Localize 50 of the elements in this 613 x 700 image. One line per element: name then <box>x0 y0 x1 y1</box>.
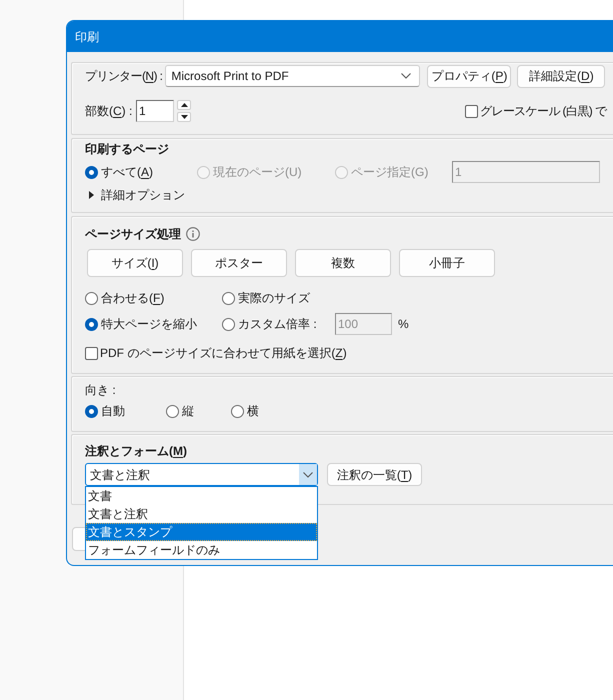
radio-label: 横 <box>247 403 259 420</box>
radio-button[interactable] <box>85 166 98 178</box>
radio-button[interactable] <box>222 318 235 330</box>
printer-dropdown[interactable]: Microsoft Print to PDF <box>165 65 420 87</box>
push-button[interactable]: プロパティ(P) <box>427 64 512 88</box>
chevron-down-icon <box>303 472 313 478</box>
spin-down-button[interactable] <box>177 112 191 122</box>
radio-button[interactable] <box>85 318 98 330</box>
checkbox-label: PDF のページサイズに合わせて用紙を選択(Z) <box>100 345 347 362</box>
annotations-dropdown[interactable]: 文書と注釈 <box>85 463 318 486</box>
unit-label: % <box>398 316 409 333</box>
input-field[interactable]: 1 <box>136 100 174 122</box>
radio-label: 縦 <box>182 403 194 420</box>
right-triangle-icon <box>89 191 94 199</box>
radio-label: ページ指定(G) <box>351 164 428 181</box>
dropdown-option[interactable]: 文書とスタンプ <box>86 523 317 541</box>
radio-label: すべて(A) <box>101 164 154 181</box>
checkbox[interactable] <box>85 346 98 360</box>
radio-button[interactable] <box>166 404 179 418</box>
more-options-toggle[interactable]: 詳細オプション <box>89 186 185 204</box>
radio-button[interactable] <box>222 292 235 304</box>
radio-label: 合わせる(F) <box>101 290 164 307</box>
push-button[interactable]: 注釈の一覧(T) <box>327 463 422 486</box>
push-button[interactable]: サイズ(I) <box>87 249 183 277</box>
radio-label: 実際のサイズ <box>238 290 310 307</box>
field-label: 部数(C) : <box>85 103 134 120</box>
checkbox[interactable] <box>465 104 478 118</box>
radio-button[interactable] <box>231 404 244 418</box>
radio-button[interactable] <box>85 404 98 418</box>
radio-label: カスタム倍率 : <box>238 316 317 333</box>
spin-up-button[interactable] <box>177 100 191 110</box>
section-heading: 向き : <box>85 382 117 398</box>
radio-button[interactable] <box>85 292 98 304</box>
chevron-down-icon <box>401 73 412 79</box>
radio-label: 自動 <box>101 403 125 420</box>
up-triangle-icon <box>180 103 188 107</box>
window-title: 印刷 <box>75 28 99 46</box>
section-heading: 印刷するページ <box>85 141 170 157</box>
push-button[interactable]: 複数 <box>295 249 391 277</box>
radio-label: 特大ページを縮小 <box>101 316 197 333</box>
push-button[interactable]: 小冊子 <box>399 249 495 277</box>
push-button[interactable]: ポスター <box>191 249 287 277</box>
radio-label: 現在のページ(U) <box>213 164 302 181</box>
section-heading: 注釈とフォーム(M) <box>85 443 188 459</box>
down-triangle-icon <box>180 115 188 119</box>
checkbox-label: グレースケール (白黒) で <box>480 103 606 120</box>
section-heading: ページサイズ処理 <box>85 226 181 242</box>
field-label: プリンター(N) : <box>85 68 162 85</box>
push-button[interactable]: 詳細設定(D) <box>517 64 606 88</box>
info-icon <box>186 227 200 241</box>
